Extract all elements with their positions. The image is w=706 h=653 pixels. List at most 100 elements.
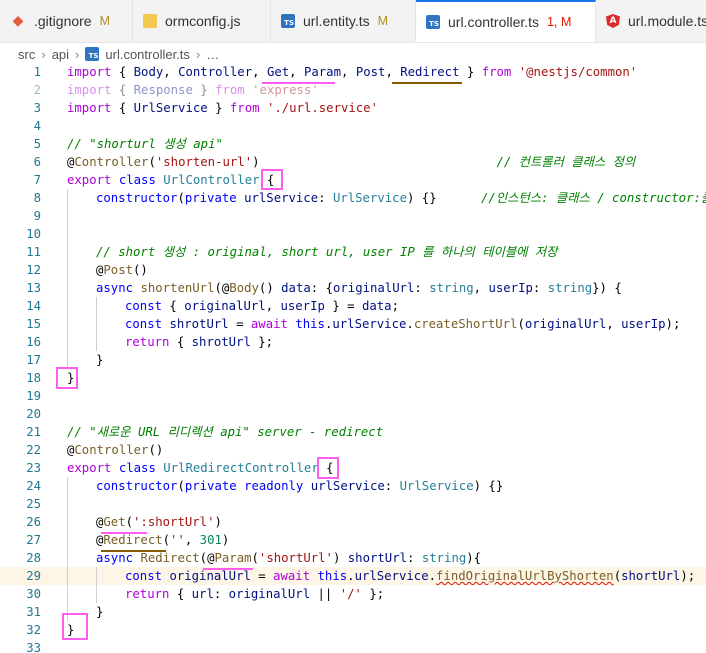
- tab-label: ormconfig.js: [165, 13, 241, 29]
- breadcrumb-file[interactable]: url.controller.ts: [105, 47, 190, 62]
- line-number: 26: [26, 515, 41, 529]
- line-number: 30: [26, 587, 41, 601]
- code-text[interactable]: async shortenUrl(@Body() data: {original…: [96, 279, 622, 297]
- line-number: 28: [26, 551, 41, 565]
- line-number: 32: [26, 623, 41, 637]
- tab-label: url.module.ts: [628, 13, 706, 29]
- tab-status: M: [99, 14, 111, 28]
- code-line: 22 @Controller(): [0, 441, 706, 459]
- code-text[interactable]: export class UrlController {: [67, 171, 274, 189]
- code-text[interactable]: export class UrlRedirectController {: [67, 459, 334, 477]
- code-editor[interactable]: 1 import { Body, Controller, Get, Param, …: [0, 63, 706, 653]
- code-line: 25: [0, 495, 706, 513]
- breadcrumb-more[interactable]: …: [206, 47, 219, 62]
- code-line: 7 export class UrlController {: [0, 171, 706, 189]
- line-number: 10: [26, 227, 41, 241]
- code-line: 10: [0, 225, 706, 243]
- code-line: 1 import { Body, Controller, Get, Param, …: [0, 63, 706, 81]
- tab-gitignore[interactable]: ◆ .gitignore M: [0, 0, 133, 42]
- code-text[interactable]: const { originalUrl, userIp } = data;: [125, 297, 399, 315]
- code-line: 8 constructor(private urlService: UrlServ…: [0, 189, 706, 207]
- code-text[interactable]: constructor(private readonly urlService:…: [96, 477, 503, 495]
- tab-url-entity[interactable]: TS url.entity.ts M: [271, 0, 416, 42]
- ts-file-icon: TS: [426, 15, 440, 29]
- code-line: 30 return { url: originalUrl || '/' };: [0, 585, 706, 603]
- annotation-underline: [392, 82, 462, 84]
- tab-ormconfig[interactable]: ormconfig.js: [133, 0, 271, 42]
- code-line: 17}: [0, 351, 706, 369]
- code-text[interactable]: }: [96, 603, 103, 621]
- tab-label: url.entity.ts: [303, 13, 370, 29]
- breadcrumb-src[interactable]: src: [18, 47, 35, 62]
- code-comment[interactable]: // short 생성 : original, short url, user …: [96, 243, 558, 261]
- code-line: 3 import { UrlService } from './url.servi…: [0, 99, 706, 117]
- line-number: 11: [26, 245, 41, 259]
- code-line: 6 @Controller('shorten-url') // 컨트롤러 클래스 …: [0, 153, 706, 171]
- code-text[interactable]: @Get(':shortUrl'): [96, 513, 222, 531]
- code-line: 13 async shortenUrl(@Body() data: {origin…: [0, 279, 706, 297]
- line-number: 17: [26, 353, 41, 367]
- chevron-right-icon: ›: [75, 46, 80, 62]
- code-line: 14 const { originalUrl, userIp } = data;: [0, 297, 706, 315]
- chevron-right-icon: ›: [41, 46, 46, 62]
- code-text[interactable]: @Post(): [96, 261, 148, 279]
- code-comment[interactable]: // "새로운 URL 리디렉션 api" server - redirect: [67, 423, 383, 441]
- code-text[interactable]: const shrotUrl = await this.urlService.c…: [125, 315, 680, 333]
- editor-tab-bar: ◆ .gitignore M ormconfig.js TS url.entit…: [0, 0, 706, 43]
- code-line: 23 export class UrlRedirectController {: [0, 459, 706, 477]
- line-number: 12: [26, 263, 41, 277]
- code-comment[interactable]: // "shorturl 생성 api": [67, 135, 223, 153]
- tab-label: .gitignore: [34, 13, 92, 29]
- breadcrumb-api[interactable]: api: [52, 47, 69, 62]
- line-number: 27: [26, 533, 41, 547]
- annotation-underline: [101, 532, 147, 534]
- line-number: 33: [26, 641, 41, 653]
- code-line: 20: [0, 405, 706, 423]
- code-line: 26 @Get(':shortUrl'): [0, 513, 706, 531]
- tab-status: 1, M: [547, 15, 572, 29]
- git-icon: ◆: [12, 13, 24, 29]
- line-number: 7: [33, 173, 41, 187]
- code-text[interactable]: return { shrotUrl };: [125, 333, 273, 351]
- line-number: 9: [33, 209, 41, 223]
- code-text[interactable]: @Controller('shorten-url') // 컨트롤러 클래스 정…: [67, 153, 635, 171]
- line-number: 8: [33, 191, 41, 205]
- tab-url-module[interactable]: A url.module.ts: [596, 0, 706, 42]
- annotation-box: [261, 169, 283, 190]
- line-number: 5: [33, 137, 41, 151]
- line-number: 29: [26, 569, 41, 583]
- line-number: 15: [26, 317, 41, 331]
- line-number: 25: [26, 497, 41, 511]
- annotation-box: [56, 367, 78, 389]
- code-text[interactable]: return { url: originalUrl || '/' };: [125, 585, 384, 603]
- code-text[interactable]: @Controller(): [67, 441, 163, 459]
- code-line: 2 import { Response } from 'express': [0, 81, 706, 99]
- annotation-box: [317, 457, 339, 479]
- code-text[interactable]: import { Body, Controller, Get, Param, P…: [67, 63, 637, 81]
- line-number: 21: [26, 425, 41, 439]
- code-line: 21 // "새로운 URL 리디렉션 api" server - redirec…: [0, 423, 706, 441]
- code-text[interactable]: import { UrlService } from './url.servic…: [67, 99, 378, 117]
- line-number: 2: [33, 83, 41, 97]
- error-squiggle: findOriginalUrlByShorten: [436, 569, 614, 583]
- tab-url-controller[interactable]: TS url.controller.ts 1, M: [416, 0, 596, 42]
- code-line: 5 // "shorturl 생성 api": [0, 135, 706, 153]
- line-number: 6: [33, 155, 41, 169]
- angular-icon: A: [606, 14, 620, 28]
- code-line: 18}: [0, 369, 706, 387]
- code-line: 24 constructor(private readonly urlServic…: [0, 477, 706, 495]
- line-number: 18: [26, 371, 41, 385]
- code-text[interactable]: constructor(private urlService: UrlServi…: [96, 189, 706, 207]
- code-text[interactable]: }: [96, 351, 103, 369]
- line-number: 3: [33, 101, 41, 115]
- tab-status: M: [377, 14, 389, 28]
- ts-file-icon: TS: [85, 47, 100, 61]
- code-line: 32}: [0, 621, 706, 639]
- code-line: 4: [0, 117, 706, 135]
- annotation-box: [62, 613, 88, 640]
- line-number: 24: [26, 479, 41, 493]
- annotation-underline: [203, 568, 253, 570]
- line-number: 4: [33, 119, 41, 133]
- line-number: 1: [33, 65, 41, 79]
- ts-file-icon: TS: [281, 14, 295, 28]
